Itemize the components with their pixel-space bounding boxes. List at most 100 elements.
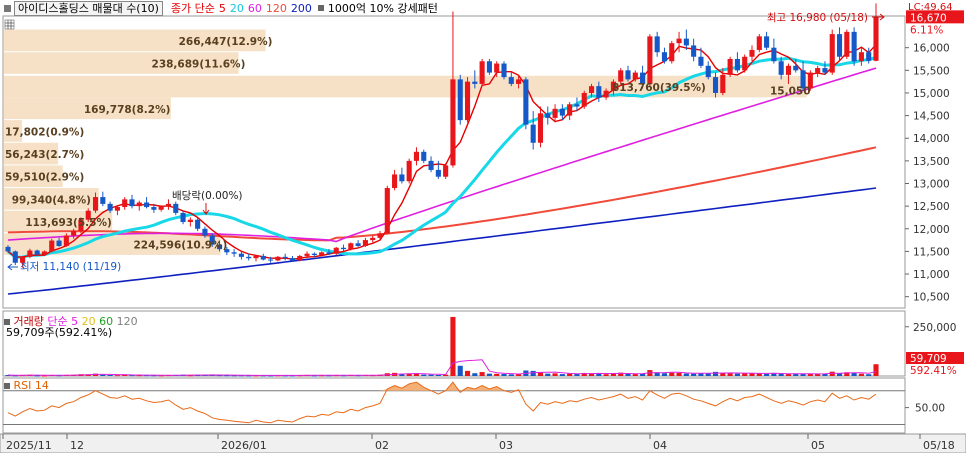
- candle-body: [173, 203, 179, 213]
- rsi-panel-header: RSI 14: [4, 379, 49, 392]
- price-axis-label: 11,500: [913, 246, 950, 258]
- candle-body: [326, 252, 332, 254]
- candle-body: [443, 165, 449, 177]
- candle-body: [537, 113, 544, 143]
- price-axis-label: 10,500: [913, 292, 950, 304]
- candle-body: [771, 47, 777, 62]
- candle-body: [618, 70, 624, 82]
- candle-body: [384, 188, 390, 234]
- candle-body: [370, 237, 376, 241]
- rsi-title: RSI 14: [13, 379, 49, 392]
- candle-body: [377, 233, 383, 238]
- current-price-label: 16,670: [910, 12, 947, 24]
- candle-body: [253, 255, 259, 259]
- candle-body: [508, 77, 514, 84]
- x-axis-label: 2026/01: [221, 439, 267, 452]
- candle-body: [92, 197, 99, 211]
- candle-body: [49, 240, 55, 252]
- x-axis-label: 02: [375, 439, 389, 452]
- volume-bar: [479, 372, 485, 376]
- candle-body: [603, 90, 609, 98]
- price-axis-label: 13,000: [913, 179, 950, 191]
- candle-body: [413, 151, 420, 161]
- price-axis-label: 12,500: [913, 201, 950, 213]
- volume-bar: [472, 373, 478, 376]
- ma-period-5: 5: [218, 1, 226, 15]
- candle-body: [501, 63, 507, 78]
- candle-body: [676, 38, 682, 44]
- volume-bar: [464, 370, 471, 376]
- candle-body: [486, 61, 492, 73]
- candle-body: [552, 108, 558, 118]
- stock-chart-window: 16,000 15,500 15,000 14,500 14,000 13,500 13,0…: [0, 0, 966, 454]
- candle-body: [661, 52, 668, 62]
- volume-bar: [486, 373, 492, 376]
- dividend-annotation: 배당락(0.00%): [172, 190, 243, 202]
- candle-body: [5, 246, 11, 252]
- volume-bar: [683, 373, 689, 376]
- candle-body: [406, 160, 412, 182]
- volume-bar: [661, 373, 668, 376]
- price-axis-label: 15,000: [913, 88, 950, 100]
- ma-period-60: 60: [247, 1, 262, 15]
- volume-bar: [435, 374, 441, 376]
- chart-canvas[interactable]: 16,000 15,500 15,000 14,500 14,000 13,500 13,0…: [0, 0, 966, 454]
- candle-body: [319, 252, 325, 256]
- volume-bar: [712, 371, 719, 376]
- pattern-square-icon: [317, 5, 324, 11]
- candle-body: [654, 36, 660, 53]
- volume-bar: [764, 373, 770, 376]
- candle-body: [392, 174, 398, 189]
- candle-body: [866, 52, 872, 61]
- candle-body: [282, 256, 288, 259]
- current-volume-ratio: 592.41%: [910, 365, 957, 377]
- volume-bar: [567, 373, 573, 376]
- candle-body: [494, 63, 500, 73]
- volume-bar: [610, 373, 616, 376]
- volume-bar: [625, 373, 631, 376]
- candle-body: [27, 250, 33, 257]
- candle-body: [114, 207, 120, 211]
- candle-body: [720, 74, 726, 93]
- volume-bar: [100, 374, 106, 376]
- candle-body: [348, 243, 354, 250]
- candle-body: [669, 43, 675, 62]
- volume-bar: [421, 374, 427, 376]
- candle-body: [12, 251, 18, 263]
- volume-bar: [873, 364, 879, 376]
- rsi-square-icon: [4, 383, 10, 389]
- candle-body: [851, 31, 857, 62]
- volume-profile-label: 113,693(5.5%): [25, 217, 112, 229]
- candle-body: [836, 34, 843, 57]
- candle-body: [581, 92, 587, 107]
- candle-body: [822, 68, 828, 73]
- candle-body: [129, 199, 135, 207]
- current-change-label: 6.11%: [910, 24, 943, 36]
- volume-bar: [457, 365, 463, 376]
- candle-body: [698, 56, 704, 66]
- volume-profile-label: 238,689(11.6%): [152, 59, 246, 71]
- volume-bar: [785, 374, 792, 376]
- candle-body: [545, 113, 551, 118]
- candle-body: [311, 253, 317, 256]
- candle-body: [858, 52, 864, 62]
- candle-body: [647, 36, 653, 84]
- candle-body: [63, 235, 69, 246]
- candle-body: [333, 247, 339, 254]
- collapse-icon[interactable]: [4, 4, 11, 12]
- volume-profile-label: 99,340(4.8%): [12, 194, 91, 206]
- volume-bar: [734, 373, 740, 376]
- candle-body: [567, 104, 573, 116]
- candle-body: [727, 59, 733, 75]
- candle-body: [428, 160, 434, 170]
- level-label: 15,050: [770, 86, 811, 98]
- candle-body: [625, 70, 631, 80]
- candle-body: [136, 202, 142, 207]
- current-volume-label: 59,709: [910, 353, 947, 365]
- candle-body: [275, 256, 281, 261]
- x-axis-label: 05/18: [923, 439, 955, 452]
- volume-bar: [545, 373, 551, 376]
- stock-volume-profile-label[interactable]: 아이디스홀딩스 매물대 수(10): [14, 0, 163, 16]
- candle-body: [516, 79, 522, 84]
- volume-bar: [778, 373, 784, 376]
